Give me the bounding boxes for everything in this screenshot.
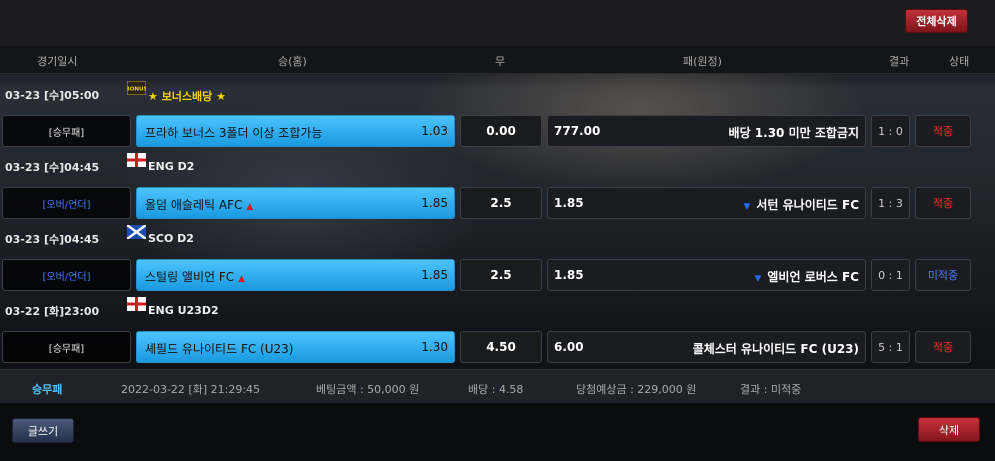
away-odds: 6.00 — [554, 340, 584, 354]
scotland-flag-icon — [127, 225, 146, 239]
header-home: 승(홈) — [278, 55, 307, 68]
summary-bet-amount: 베팅금액 : 50,000 원 — [316, 383, 420, 396]
summary-result: 결과 : 미적중 — [740, 383, 802, 396]
home-team: 프라하 보너스 3폴더 이상 조합가능 — [145, 126, 323, 140]
bet-row: [승무패] 프라하 보너스 3폴더 이상 조합가능 1.03 0.00 777.… — [0, 115, 995, 147]
draw-cell[interactable]: 2.5 — [460, 187, 542, 219]
bet-row: [승무패] 셰필드 유나이티드 FC (U23) 1.30 4.50 6.00 … — [0, 331, 995, 363]
table-header: 경기일시 승(홈) 무 패(원정) 결과 상태 — [0, 46, 995, 74]
score: 1 : 3 — [871, 187, 910, 219]
home-odds: 1.30 — [421, 340, 448, 354]
away-team: 배당 1.30 미만 조합금지 — [728, 126, 859, 140]
arrow-up-icon: ▲ — [246, 202, 254, 212]
away-team: ▼ 서턴 유나이티드 FC — [743, 198, 859, 212]
away-cell[interactable]: 1.85 ▼ 엘비언 로버스 FC — [547, 259, 866, 291]
england-flag-icon — [127, 297, 146, 311]
league-row: 03-23 [수]04:45 SCO D2 — [0, 225, 995, 249]
bet-row: [오버/언더] 스털링 앨비언 FC ▲ 1.85 2.5 1.85 ▼ 엘비언 로… — [0, 259, 995, 291]
summary-expected: 당첨예상금 : 229,000 원 — [576, 383, 697, 396]
home-odds: 1.85 — [421, 196, 448, 210]
england-flag-icon — [127, 153, 146, 167]
header-away: 패(원정) — [683, 55, 722, 68]
bet-summary: 승무패 2022-03-22 [화] 21:29:45 베팅금액 : 50,00… — [0, 369, 995, 403]
home-team: 스털링 앨비언 FC ▲ — [145, 270, 246, 284]
home-cell[interactable]: 스털링 앨비언 FC ▲ 1.85 — [136, 259, 455, 291]
header-status: 상태 — [949, 55, 970, 68]
status-badge: 미적중 — [915, 259, 971, 291]
footer: 글쓰기 삭제 — [0, 403, 995, 461]
away-odds: 1.85 — [554, 196, 584, 210]
game-date: 03-23 [수]04:45 — [5, 233, 100, 246]
league-row: 03-22 [화]23:00 ENG U23D2 — [0, 297, 995, 321]
status-badge: 적중 — [915, 187, 971, 219]
home-odds: 1.85 — [421, 268, 448, 282]
top-bar: 전체삭제 — [0, 0, 995, 46]
game-date: 03-23 [수]04:45 — [5, 161, 100, 174]
away-cell[interactable]: 6.00 콜체스터 유나이티드 FC (U23) — [547, 331, 866, 363]
delete-button[interactable]: 삭제 — [918, 417, 980, 442]
league-row: 03-23 [수]05:00 BONUS ★ 보너스배당 ★ — [0, 81, 995, 105]
header-draw: 무 — [495, 55, 506, 68]
home-cell[interactable]: 셰필드 유나이티드 FC (U23) 1.30 — [136, 331, 455, 363]
delete-all-button[interactable]: 전체삭제 — [905, 9, 968, 33]
header-result: 결과 — [889, 55, 910, 68]
arrow-up-icon: ▲ — [238, 274, 246, 284]
bet-type: [오버/언더] — [2, 187, 131, 219]
status-badge: 적중 — [915, 115, 971, 147]
league-row: 03-23 [수]04:45 ENG D2 — [0, 153, 995, 177]
home-odds: 1.03 — [421, 124, 448, 138]
game-date: 03-23 [수]05:00 — [5, 89, 100, 102]
league-name: ENG D2 — [148, 160, 195, 173]
away-cell[interactable]: 1.85 ▼ 서턴 유나이티드 FC — [547, 187, 866, 219]
arrow-down-icon: ▼ — [754, 274, 762, 284]
home-cell[interactable]: 올덤 애슬레틱 AFC ▲ 1.85 — [136, 187, 455, 219]
draw-cell[interactable]: 2.5 — [460, 259, 542, 291]
away-team: ▼ 엘비언 로버스 FC — [754, 270, 859, 284]
score: 5 : 1 — [871, 331, 910, 363]
bonus-badge-icon: BONUS — [127, 81, 146, 95]
bet-row: [오버/언더] 올덤 애슬레틱 AFC ▲ 1.85 2.5 1.85 ▼ 서턴 유… — [0, 187, 995, 219]
status-badge: 적중 — [915, 331, 971, 363]
svg-text:BONUS: BONUS — [127, 87, 146, 93]
league-name: ENG U23D2 — [148, 304, 219, 317]
bet-type: [승무패] — [2, 115, 131, 147]
away-team: 콜체스터 유나이티드 FC (U23) — [692, 342, 859, 356]
write-button[interactable]: 글쓰기 — [12, 418, 74, 443]
home-team: 셰필드 유나이티드 FC (U23) — [145, 342, 294, 356]
league-name: ★ 보너스배당 ★ — [148, 90, 226, 103]
away-cell[interactable]: 777.00 배당 1.30 미만 조합금지 — [547, 115, 866, 147]
arrow-down-icon: ▼ — [743, 202, 751, 212]
summary-odds: 배당 : 4.58 — [468, 383, 524, 396]
away-odds: 777.00 — [554, 124, 601, 138]
bet-type: [승무패] — [2, 331, 131, 363]
home-team: 올덤 애슬레틱 AFC ▲ — [145, 198, 254, 212]
score: 0 : 1 — [871, 259, 910, 291]
header-date: 경기일시 — [37, 55, 78, 68]
score: 1 : 0 — [871, 115, 910, 147]
league-name: SCO D2 — [148, 232, 194, 245]
summary-kind: 승무패 — [32, 383, 63, 396]
home-cell[interactable]: 프라하 보너스 3폴더 이상 조합가능 1.03 — [136, 115, 455, 147]
draw-cell[interactable]: 0.00 — [460, 115, 542, 147]
game-date: 03-22 [화]23:00 — [5, 305, 100, 318]
away-odds: 1.85 — [554, 268, 584, 282]
summary-datetime: 2022-03-22 [화] 21:29:45 — [121, 383, 261, 396]
draw-cell[interactable]: 4.50 — [460, 331, 542, 363]
bet-type: [오버/언더] — [2, 259, 131, 291]
